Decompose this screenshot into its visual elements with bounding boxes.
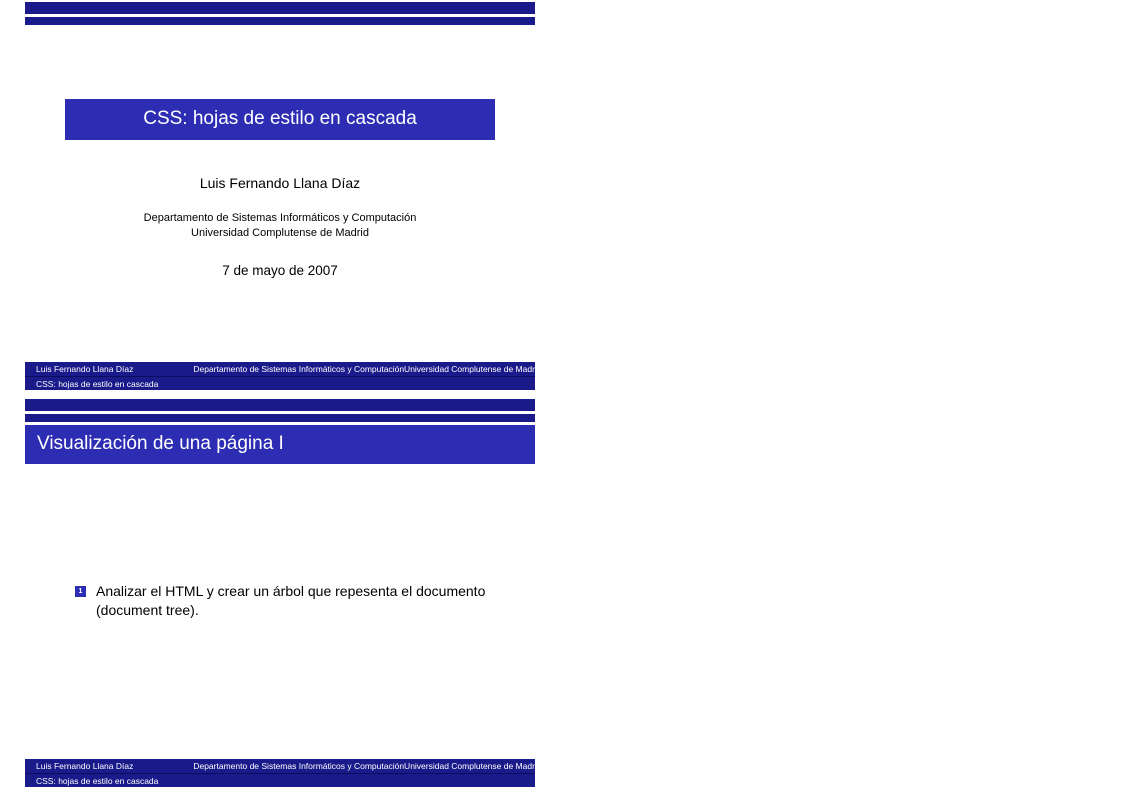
footer-title: CSS: hojas de estilo en cascada <box>36 776 158 786</box>
footer-row-meta: Luis Fernando Llana Díaz Departamento de… <box>25 362 535 376</box>
section-heading: Visualización de una página I <box>25 425 535 464</box>
footer-author: Luis Fernando Llana Díaz <box>36 761 133 771</box>
slide-footer: Luis Fernando Llana Díaz Departamento de… <box>25 362 535 390</box>
footer-row-title: CSS: hojas de estilo en cascada <box>25 376 535 390</box>
footer-author: Luis Fernando Llana Díaz <box>36 364 133 374</box>
slide-1: CSS: hojas de estilo en cascada Luis Fer… <box>25 2 535 390</box>
nav-bar-2 <box>25 414 535 422</box>
slide-2: Visualización de una página I 1 Analizar… <box>25 399 535 787</box>
presentation-title: CSS: hojas de estilo en cascada <box>65 99 495 140</box>
top-nav-bars <box>25 2 535 25</box>
presentation-date: 7 de mayo de 2007 <box>222 263 338 278</box>
item-text: Analizar el HTML y crear un árbol que re… <box>96 582 495 620</box>
top-nav-bars <box>25 399 535 422</box>
department: Departamento de Sistemas Informáticos y … <box>144 211 417 241</box>
footer-department: Departamento de Sistemas Informáticos y … <box>183 364 535 374</box>
department-line-2: Universidad Complutense de Madrid <box>144 226 417 241</box>
slide-body: 1 Analizar el HTML y crear un árbol que … <box>25 464 535 759</box>
list-item: 1 Analizar el HTML y crear un árbol que … <box>75 582 495 620</box>
footer-row-meta: Luis Fernando Llana Díaz Departamento de… <box>25 759 535 773</box>
footer-row-title: CSS: hojas de estilo en cascada <box>25 773 535 787</box>
nav-bar-1 <box>25 2 535 14</box>
item-number-icon: 1 <box>75 586 86 597</box>
slide-footer: Luis Fernando Llana Díaz Departamento de… <box>25 759 535 787</box>
ordered-list: 1 Analizar el HTML y crear un árbol que … <box>75 582 495 620</box>
nav-bar-2 <box>25 17 535 25</box>
title-area: CSS: hojas de estilo en cascada Luis Fer… <box>25 25 535 362</box>
footer-title: CSS: hojas de estilo en cascada <box>36 379 158 389</box>
author-name: Luis Fernando Llana Díaz <box>200 175 360 191</box>
footer-department: Departamento de Sistemas Informáticos y … <box>183 761 535 771</box>
nav-bar-1 <box>25 399 535 411</box>
department-line-1: Departamento de Sistemas Informáticos y … <box>144 211 417 226</box>
